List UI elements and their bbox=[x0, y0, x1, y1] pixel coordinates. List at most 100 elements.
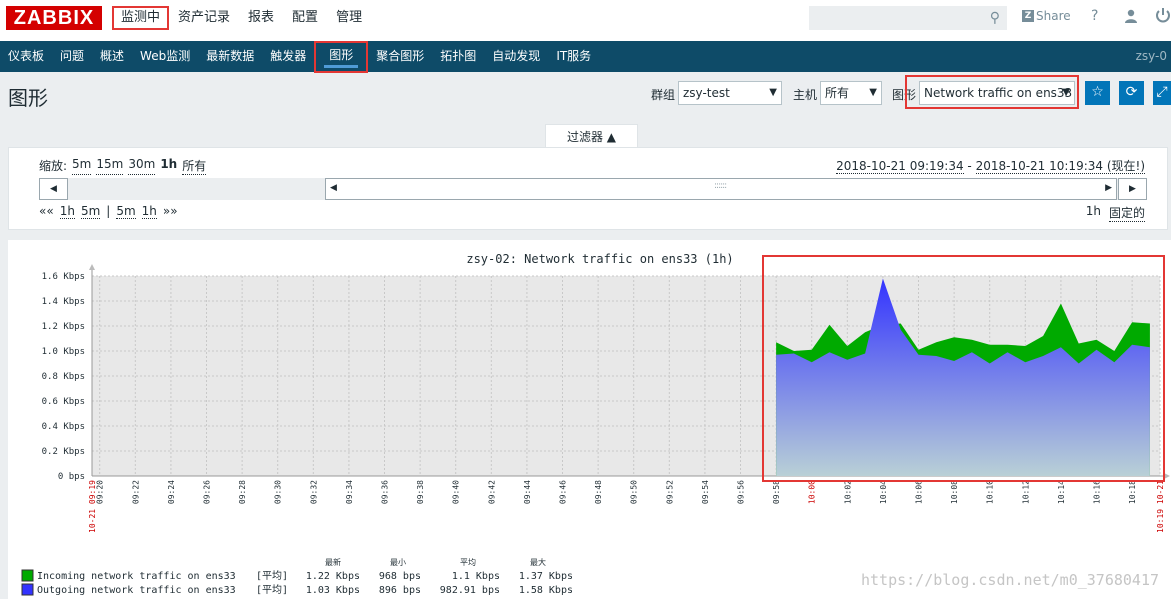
nav-back-all[interactable]: «« bbox=[39, 204, 54, 219]
nav-back-1h[interactable]: 1h bbox=[59, 204, 75, 219]
zoom-label: 缩放: bbox=[39, 159, 68, 173]
x-tick-label: 09:44 bbox=[523, 480, 532, 504]
sign-out-icon[interactable] bbox=[1155, 7, 1171, 23]
legend-swatch bbox=[21, 569, 34, 582]
zoom-all[interactable]: 所有 bbox=[182, 157, 207, 175]
handle-left-arrow-icon[interactable]: ◀ bbox=[330, 183, 337, 193]
period-from[interactable]: 2018-10-21 09:19:34 bbox=[836, 159, 964, 174]
legend-header: 最大 bbox=[530, 557, 546, 567]
group-label: 群组 bbox=[651, 88, 676, 102]
share-link[interactable]: Z Share bbox=[1022, 9, 1071, 23]
y-tick-label: 0.2 Kbps bbox=[42, 447, 85, 457]
x-tick-label: 10:06 bbox=[915, 480, 924, 504]
menu-configuration[interactable]: 配置 bbox=[283, 0, 327, 36]
submenu-web[interactable]: Web监测 bbox=[132, 41, 198, 72]
legend-cell: 1.22 Kbps bbox=[306, 571, 360, 582]
group-select-value: zsy-test bbox=[683, 86, 730, 100]
zoom-5m[interactable]: 5m bbox=[72, 157, 92, 175]
x-tick-label: 10:16 bbox=[1093, 480, 1102, 504]
zoom-1h[interactable]: 1h bbox=[160, 157, 177, 175]
fixed-toggle[interactable]: 固定的 bbox=[1108, 204, 1145, 222]
legend-cell: 982.91 bps bbox=[440, 585, 500, 596]
submenu-triggers[interactable]: 触发器 bbox=[262, 41, 314, 72]
y-tick-label: 1.0 Kbps bbox=[42, 347, 85, 357]
refresh-icon: ⟳ bbox=[1125, 84, 1138, 100]
x-tick-label: 09:46 bbox=[559, 480, 568, 504]
x-tick-label: 09:24 bbox=[167, 480, 176, 504]
submenu-overview[interactable]: 概述 bbox=[92, 41, 132, 72]
y-axis-arrow bbox=[89, 264, 95, 270]
legend-cell: 896 bps bbox=[379, 585, 421, 596]
submenu-latest-data[interactable]: 最新数据 bbox=[198, 41, 262, 72]
x-tick-label: 09:48 bbox=[594, 480, 603, 504]
x-tick-label: 10:10 bbox=[986, 480, 995, 504]
nav-forward-all[interactable]: »» bbox=[163, 204, 178, 219]
zabbix-logo[interactable]: ZABBIX bbox=[6, 6, 102, 30]
chart-legend: 最新 最小 平均 最大 Incoming network traffic on ens3… bbox=[21, 557, 573, 596]
search-input[interactable]: ⚲ bbox=[809, 6, 1007, 30]
x-tick-label: 09:22 bbox=[131, 480, 140, 504]
zoom-30m[interactable]: 30m bbox=[128, 157, 156, 175]
watermark: https://blog.csdn.net/m0_37680417 bbox=[860, 571, 1159, 589]
legend-cell: 1.58 Kbps bbox=[519, 585, 573, 596]
submenu-problems[interactable]: 问题 bbox=[52, 41, 92, 72]
zoom-15m[interactable]: 15m bbox=[96, 157, 124, 175]
x-tick-label: 09:20 bbox=[96, 480, 105, 504]
nav-forward-5m[interactable]: 5m bbox=[116, 204, 136, 219]
legend-cell: [平均] bbox=[256, 570, 288, 582]
filter-panel: 缩放: 5m 15m 30m 1h 所有 2018-10-21 09:19:34… bbox=[8, 147, 1168, 230]
nav-forward-1h[interactable]: 1h bbox=[141, 204, 157, 219]
help-icon[interactable]: ? bbox=[1091, 8, 1098, 24]
scroll-left-button[interactable]: ◀ bbox=[39, 178, 68, 200]
fullscreen-button[interactable]: ⤢ bbox=[1153, 81, 1171, 105]
y-tick-label: 1.6 Kbps bbox=[42, 272, 85, 282]
server-name: zsy-0 bbox=[1135, 49, 1167, 63]
sub-menu: 仪表板 问题 概述 Web监测 最新数据 触发器 图形 聚合图形 拓扑图 自动发… bbox=[0, 41, 1171, 73]
network-traffic-chart[interactable]: zsy-02: Network traffic on ens33 (1h) 0 … bbox=[8, 240, 1171, 599]
scroll-handle[interactable]: ◀ :::::: ▶ bbox=[325, 178, 1117, 200]
x-tick-label: 09:34 bbox=[345, 480, 354, 504]
share-label: Share bbox=[1036, 9, 1071, 23]
menu-administration[interactable]: 管理 bbox=[327, 0, 371, 36]
legend-cell: 1.37 Kbps bbox=[519, 571, 573, 582]
graph-select-value: Network traffic on ens33 bbox=[924, 86, 1073, 100]
submenu-dashboard[interactable]: 仪表板 bbox=[0, 41, 52, 72]
time-scrollbar[interactable]: ◀ ◀ :::::: ▶ ▶ bbox=[39, 178, 1147, 200]
refresh-button[interactable]: ⟳ bbox=[1119, 81, 1144, 105]
favorite-button[interactable]: ☆ bbox=[1085, 81, 1110, 105]
legend-header: 最小 bbox=[390, 558, 406, 567]
grip-icon: :::::: bbox=[714, 181, 727, 191]
menu-monitoring[interactable]: 监测中 bbox=[112, 6, 170, 30]
x-tick-label: 10:04 bbox=[879, 480, 888, 504]
search-icon[interactable]: ⚲ bbox=[990, 10, 1000, 26]
y-tick-label: 0.4 Kbps bbox=[42, 422, 85, 432]
handle-right-arrow-icon[interactable]: ▶ bbox=[1105, 183, 1112, 193]
period-to[interactable]: 2018-10-21 10:19:34 (现在!) bbox=[975, 159, 1145, 174]
host-select[interactable]: 所有 ▼ bbox=[820, 81, 882, 105]
x-tick-label: 09:32 bbox=[309, 480, 318, 504]
filter-tab[interactable]: 过滤器 ▲ bbox=[545, 124, 638, 148]
menu-inventory[interactable]: 资产记录 bbox=[169, 0, 239, 36]
x-tick-label: 09:50 bbox=[630, 480, 639, 504]
user-profile-icon[interactable] bbox=[1124, 9, 1138, 23]
page-title: 图形 bbox=[8, 86, 48, 110]
x-tick-label: 10:19 10-21 bbox=[1156, 480, 1165, 533]
nav-back-5m[interactable]: 5m bbox=[80, 204, 101, 219]
menu-reports[interactable]: 报表 bbox=[239, 0, 283, 36]
submenu-it-services[interactable]: IT服务 bbox=[548, 41, 599, 72]
main-menu: 监测中 资产记录 报表 配置 管理 bbox=[112, 0, 371, 36]
submenu-maps[interactable]: 拓扑图 bbox=[432, 41, 484, 72]
x-tick-label: 10:18 bbox=[1128, 480, 1137, 504]
submenu-graphs[interactable]: 图形 bbox=[314, 41, 369, 73]
x-tick-label: 09:42 bbox=[487, 480, 496, 504]
submenu-screens[interactable]: 聚合图形 bbox=[368, 41, 432, 72]
zabbix-share-icon: Z bbox=[1022, 10, 1034, 22]
graph-panel: zsy-02: Network traffic on ens33 (1h) 0 … bbox=[8, 240, 1171, 599]
scroll-right-button[interactable]: ▶ bbox=[1118, 178, 1147, 200]
chart-title: zsy-02: Network traffic on ens33 (1h) bbox=[466, 252, 733, 266]
legend-cell: 968 bps bbox=[379, 571, 421, 582]
y-tick-label: 0.6 Kbps bbox=[42, 397, 85, 407]
graph-select[interactable]: Network traffic on ens33 ▼ bbox=[919, 81, 1075, 105]
submenu-discovery[interactable]: 自动发现 bbox=[484, 41, 548, 72]
group-select[interactable]: zsy-test ▼ bbox=[678, 81, 782, 105]
